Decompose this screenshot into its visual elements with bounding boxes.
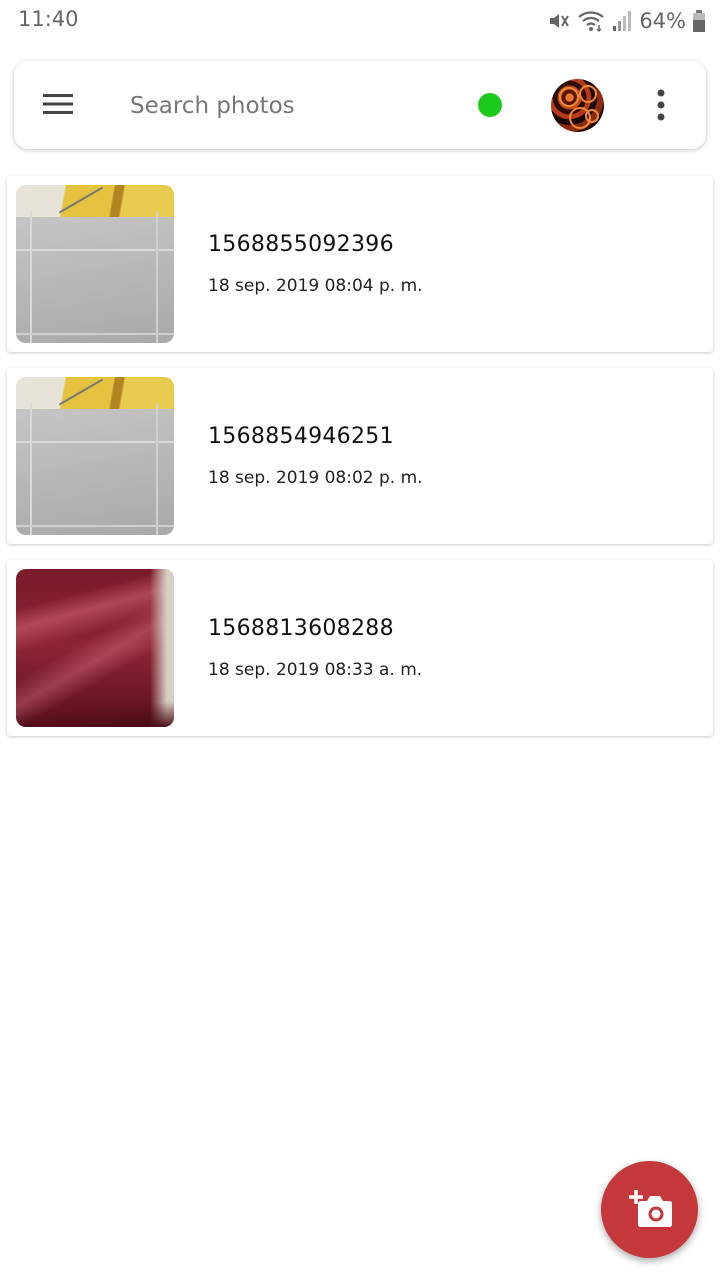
more-options-icon[interactable] <box>649 87 673 123</box>
status-bar: 11:40 64% <box>0 0 720 42</box>
status-time: 11:40 <box>18 7 79 31</box>
search-bar <box>14 61 706 149</box>
photo-list-item[interactable]: 1568854946251 18 sep. 2019 08:02 p. m. <box>7 368 713 544</box>
add-photo-icon <box>629 1190 672 1227</box>
photo-list: 1568855092396 18 sep. 2019 08:04 p. m. 1… <box>7 176 713 752</box>
photo-date: 18 sep. 2019 08:33 a. m. <box>208 660 423 680</box>
photo-list-item[interactable]: 1568813608288 18 sep. 2019 08:33 a. m. <box>7 560 713 736</box>
menu-icon[interactable] <box>43 91 73 117</box>
search-input[interactable] <box>128 83 452 129</box>
photo-date: 18 sep. 2019 08:04 p. m. <box>208 276 423 296</box>
photo-list-item[interactable]: 1568855092396 18 sep. 2019 08:04 p. m. <box>7 176 713 352</box>
photo-thumbnail <box>16 185 174 343</box>
status-icons: 64% <box>547 7 706 35</box>
photo-thumbnail <box>16 569 174 727</box>
add-photo-button[interactable] <box>601 1161 698 1258</box>
battery-level: 64% <box>639 9 686 33</box>
wifi-icon <box>577 9 605 33</box>
avatar[interactable] <box>551 79 604 132</box>
signal-icon <box>611 9 633 33</box>
mute-icon <box>547 9 571 33</box>
battery-icon <box>692 9 706 33</box>
photo-thumbnail <box>16 377 174 535</box>
photo-title: 1568854946251 <box>208 424 394 449</box>
photo-title: 1568855092396 <box>208 232 394 257</box>
photo-date: 18 sep. 2019 08:02 p. m. <box>208 468 423 488</box>
sync-status-indicator <box>478 93 502 117</box>
photo-title: 1568813608288 <box>208 616 394 641</box>
